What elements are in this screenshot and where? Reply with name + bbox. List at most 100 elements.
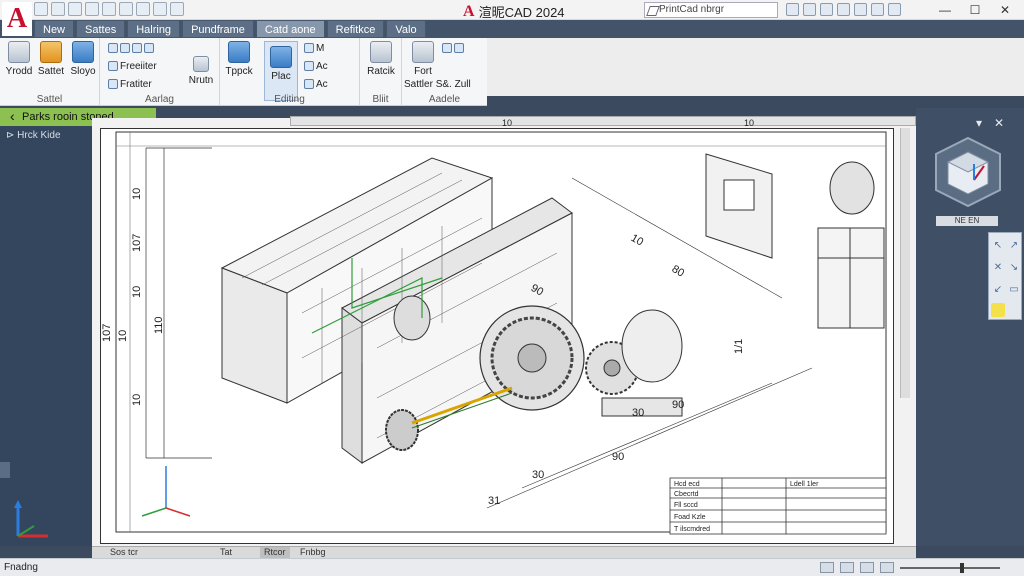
button-label: Ac	[316, 79, 328, 90]
zoom-icon[interactable]: ✕	[991, 261, 1005, 275]
ribbon-empty-area	[487, 38, 1024, 96]
minimize-button[interactable]: —	[930, 0, 960, 20]
ribbon-small-button[interactable]: Freeiiter	[108, 60, 157, 74]
ribbon-tab-sattes[interactable]: Sattes	[76, 20, 126, 38]
ribbon-small-button[interactable]	[108, 42, 156, 56]
top-dimension-texts: 10 10	[502, 118, 754, 128]
plot-icon[interactable]	[136, 2, 150, 16]
button-label: M	[316, 43, 325, 54]
snap-icon[interactable]	[840, 562, 854, 573]
ribbon-small-button[interactable]: Ac	[304, 78, 328, 92]
help-icon[interactable]	[888, 3, 901, 16]
ribbon-button-tppck[interactable]: Tppck	[222, 41, 256, 77]
layout-tab[interactable]: Tat	[216, 547, 236, 558]
orbit-icon[interactable]: ↗	[1007, 239, 1021, 253]
restore-icon[interactable]: ▾	[976, 116, 982, 130]
ribbon-small-button[interactable]	[442, 42, 466, 56]
block-icon	[370, 41, 392, 63]
new-icon[interactable]	[34, 2, 48, 16]
ribbon-group-5: Fort Sattler S&. Zull Aadele	[402, 38, 487, 106]
cart-icon[interactable]	[803, 3, 816, 16]
window-controls: — ☐ ✕	[930, 0, 1020, 20]
ribbon-button-yrodd[interactable]: Yrodd	[2, 41, 36, 77]
group-label: Editing	[274, 94, 305, 105]
ribbon-small-button[interactable]: M	[304, 42, 324, 56]
walk-icon[interactable]: ↙	[991, 283, 1005, 297]
group-label: Bliit	[372, 94, 389, 105]
layout-tab-active[interactable]: Rtcor	[260, 547, 290, 558]
dimension-text: 107	[101, 324, 113, 342]
layout-tab[interactable]: Fnbbg	[296, 547, 330, 558]
exchange-icon[interactable]	[820, 3, 833, 16]
search-input[interactable]: PrintCad nbrgr	[644, 2, 778, 18]
dimension-text: 110	[153, 316, 165, 334]
polar-icon[interactable]	[880, 562, 894, 573]
ribbon-tab-pundframe[interactable]: Pundframe	[182, 20, 254, 38]
highlight-icon[interactable]	[991, 303, 1005, 317]
maximize-button[interactable]: ☐	[960, 0, 990, 20]
ribbon-tab-halring[interactable]: Halring	[127, 20, 181, 38]
showmotion-icon[interactable]: ▭	[1007, 283, 1021, 297]
ribbon-button-nrutn[interactable]: Nrutn	[184, 56, 218, 86]
trim-icon	[193, 56, 209, 72]
app-menu-button[interactable]: A	[2, 2, 32, 36]
ortho-icon[interactable]	[860, 562, 874, 573]
window-title-text: 渲昵CAD 2024	[478, 5, 565, 20]
save-icon[interactable]	[68, 2, 82, 16]
ribbon-tab-valo[interactable]: Valo	[386, 20, 426, 38]
view-icon	[72, 41, 94, 63]
ribbon-button-place[interactable]: Plac	[264, 41, 298, 101]
layer-icon	[228, 41, 250, 63]
button-label: Freeiiter	[120, 61, 157, 72]
ribbon-button-ratcik[interactable]: Ratcik	[364, 41, 398, 77]
dimension-text: 10	[744, 118, 754, 128]
leader-icon	[454, 43, 464, 54]
array-icon	[108, 61, 118, 72]
ribbon-small-button[interactable]: Ac	[304, 60, 328, 74]
ribbon-button-sattet[interactable]: Sattet	[34, 41, 68, 77]
button-label: Sattet	[37, 66, 65, 77]
ribbon-tab-new[interactable]: New	[34, 20, 75, 38]
button-label: Ratcik	[367, 66, 395, 77]
more-icon[interactable]	[170, 2, 184, 16]
panel-collapse-tab[interactable]	[0, 462, 10, 478]
steering-wheel-icon[interactable]: ↘	[1007, 261, 1021, 275]
detail-view-window	[705, 153, 773, 259]
ribbon-tab-refitkce[interactable]: Refitkce	[326, 20, 385, 38]
viewcube-label[interactable]: NE EN	[936, 216, 998, 226]
tree-item[interactable]: ⊳ Hrck Kide	[6, 130, 61, 141]
dimension-text: 10	[629, 232, 646, 249]
properties-icon	[304, 61, 314, 72]
ribbon-button-sloyo[interactable]: Sloyo	[66, 41, 100, 77]
ribbon-tab-catd-aone[interactable]: Catd aone	[255, 20, 325, 38]
cloud-icon[interactable]	[871, 3, 884, 16]
user-icon[interactable]	[854, 3, 867, 16]
title-block-cell: Hcd ecd	[674, 481, 700, 488]
title-block-cell: Fll sccd	[674, 502, 698, 509]
close-icon[interactable]: ✕	[994, 116, 1004, 130]
undo-icon[interactable]	[102, 2, 116, 16]
zoom-slider[interactable]	[900, 563, 1000, 573]
sign-in-icon[interactable]	[786, 3, 799, 16]
ribbon-small-button[interactable]: Fratiter	[108, 78, 152, 92]
group-label: Aadele	[428, 94, 461, 105]
print-icon[interactable]	[85, 2, 99, 16]
ribbon-group-3: Tppck Plac M Ac Ac Editing	[220, 38, 360, 106]
open-icon[interactable]	[51, 2, 65, 16]
mirror-icon	[132, 43, 142, 54]
title-block-cell: T ilscmdred	[674, 526, 710, 533]
viewcube[interactable]	[930, 134, 1006, 210]
dimension-text: 80	[670, 263, 687, 280]
ribbon-button-fort[interactable]: Fort	[406, 41, 440, 77]
ribbon-small-button[interactable]: Sattler S&. Zull	[404, 78, 471, 92]
redo-icon[interactable]	[119, 2, 133, 16]
comment-icon[interactable]	[837, 3, 850, 16]
close-button[interactable]: ✕	[990, 0, 1020, 20]
grid-icon[interactable]	[820, 562, 834, 573]
dimension-text: 10	[131, 286, 143, 298]
navigation-bar: ↖ ↗ ✕ ↘ ↙ ▭	[988, 232, 1022, 320]
share-icon[interactable]	[153, 2, 167, 16]
dimension-text: 107	[131, 234, 143, 252]
pan-icon[interactable]: ↖	[991, 239, 1005, 253]
layout-tab[interactable]: Sos tcr	[106, 547, 142, 558]
